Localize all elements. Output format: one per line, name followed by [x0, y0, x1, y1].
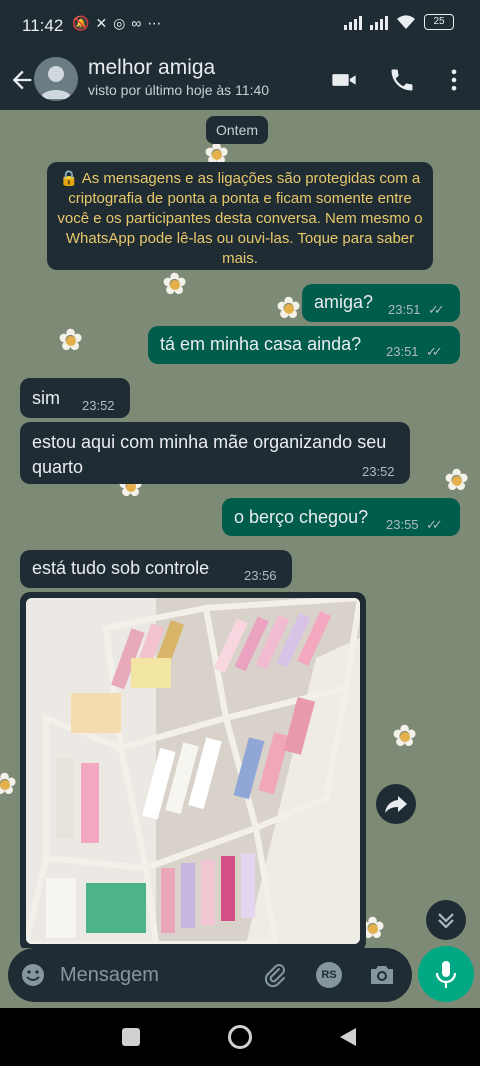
last-seen: visto por último hoje às 11:40	[88, 82, 270, 98]
more-icon: ⋯	[147, 15, 162, 31]
voicemail-icon: ∞	[131, 15, 142, 31]
message-text: amiga?	[314, 292, 374, 312]
instagram-icon: ◎	[113, 15, 126, 31]
battery-icon: 25	[424, 14, 454, 30]
status-time: 11:42	[22, 16, 64, 35]
daisy-decoration: ✿	[392, 722, 417, 752]
camera-icon[interactable]	[368, 962, 396, 988]
default-avatar-icon	[40, 66, 72, 99]
message-composer[interactable]: Mensagem RS	[8, 948, 412, 1002]
home-icon[interactable]	[228, 1025, 252, 1049]
daisy-decoration: ✿	[0, 770, 17, 800]
double-chevron-down-icon	[438, 913, 454, 929]
message-text: está tudo sob controle	[32, 558, 210, 578]
daisy-decoration: ✿	[276, 294, 301, 324]
attach-icon[interactable]	[262, 962, 288, 988]
read-ticks-icon: ✓✓	[428, 302, 445, 317]
video-call-icon[interactable]	[330, 66, 358, 94]
emoji-icon[interactable]	[20, 962, 46, 988]
message-outgoing[interactable]: o berço chegou? 23:55 ✓✓	[222, 498, 460, 536]
photo-drawer-baby-clothes[interactable]	[26, 598, 360, 944]
notification-icons: 🔕 ✕ ◎ ∞ ⋯	[72, 15, 161, 32]
back-nav-icon[interactable]	[338, 1026, 358, 1048]
message-incoming[interactable]: sim 23:52	[20, 378, 130, 418]
forward-icon	[385, 796, 407, 813]
contact-name[interactable]: melhor amiga	[88, 56, 215, 80]
drawer-photo-illustration	[26, 598, 360, 944]
chat-header: melhor amiga visto por último hoje às 11…	[0, 52, 480, 110]
wifi-icon	[397, 15, 415, 29]
scroll-to-bottom-button[interactable]	[426, 900, 466, 940]
voice-message-button[interactable]	[418, 946, 474, 1002]
status-bar: 11:42 🔕 ✕ ◎ ∞ ⋯ 25	[0, 0, 480, 52]
microphone-icon	[435, 961, 457, 988]
daisy-decoration: ✿	[444, 466, 469, 496]
message-input[interactable]: Mensagem	[60, 964, 159, 987]
signal-icon	[344, 14, 362, 30]
payment-icon[interactable]: RS	[316, 962, 342, 988]
encryption-notice[interactable]: 🔒 As mensagens e as ligações são protegi…	[47, 162, 433, 270]
system-navigation-bar	[0, 1008, 480, 1066]
recents-icon[interactable]	[122, 1028, 140, 1046]
back-arrow-icon[interactable]	[8, 66, 36, 94]
read-ticks-icon: ✓✓	[426, 344, 443, 359]
mute-icon: 🔕	[72, 15, 90, 31]
message-outgoing[interactable]: amiga? 23:51 ✓✓	[302, 284, 460, 322]
signal-icon-2	[370, 14, 388, 30]
daisy-decoration: ✿	[162, 270, 187, 300]
date-divider: Ontem	[206, 116, 269, 144]
message-text: estou aqui com minha mãe organizando seu…	[32, 432, 387, 477]
message-text: o berço chegou?	[234, 507, 369, 527]
app-icon: ✕	[95, 15, 108, 31]
status-right: 25	[344, 14, 454, 30]
menu-icon[interactable]	[440, 66, 468, 94]
daisy-decoration: ✿	[58, 326, 83, 356]
message-time: 23:52	[82, 398, 115, 413]
message-time: 23:52	[362, 464, 395, 479]
message-outgoing[interactable]: tá em minha casa ainda? 23:51 ✓✓	[148, 326, 460, 364]
avatar[interactable]	[34, 57, 78, 101]
message-time: 23:55	[386, 517, 419, 532]
message-time: 23:51	[388, 302, 421, 317]
read-ticks-icon: ✓✓	[426, 517, 443, 532]
message-incoming[interactable]: está tudo sob controle 23:56	[20, 550, 292, 588]
image-message[interactable]	[20, 592, 366, 948]
message-time: 23:56	[244, 568, 277, 583]
chat-area[interactable]: ✿ ✿ ✿ ✿ ✿ ✿ ✿ ✿ ✿ Ontem 🔒 As mensagens e…	[0, 110, 480, 948]
voice-call-icon[interactable]	[388, 66, 416, 94]
message-incoming[interactable]: estou aqui com minha mãe organizando seu…	[20, 422, 410, 484]
message-text: tá em minha casa ainda?	[160, 334, 362, 354]
message-text: sim	[32, 388, 60, 408]
forward-button[interactable]	[376, 784, 416, 824]
message-time: 23:51	[386, 344, 419, 359]
